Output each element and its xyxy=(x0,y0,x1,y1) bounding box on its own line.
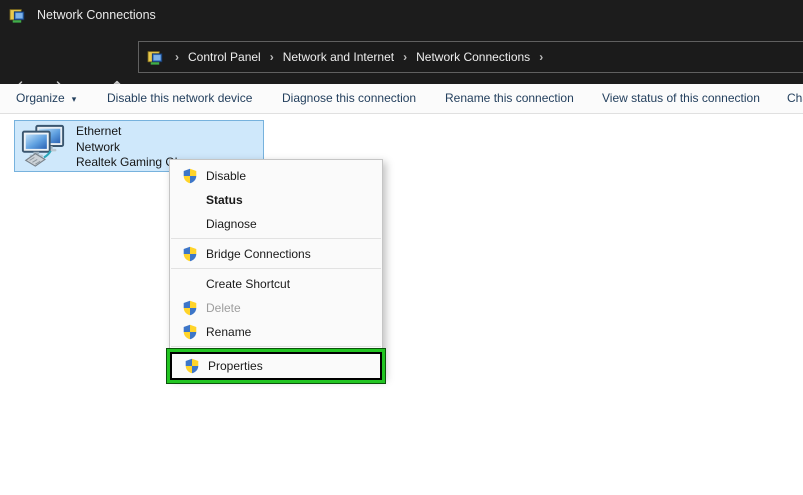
menu-item-label: Rename xyxy=(206,325,251,339)
menu-item-label: Diagnose xyxy=(206,217,257,231)
ethernet-adapter-icon xyxy=(20,123,66,169)
breadcrumb-control-panel[interactable]: Control Panel xyxy=(183,50,266,64)
menu-item-label: Bridge Connections xyxy=(206,247,311,261)
menu-item-label: Status xyxy=(206,193,243,207)
menu-item-delete: Delete xyxy=(170,296,382,320)
organize-menu-button[interactable]: Organize xyxy=(16,84,76,114)
toolbar-view-status-connection[interactable]: View status of this connection xyxy=(602,84,760,114)
toolbar-diagnose-connection[interactable]: Diagnose this connection xyxy=(282,84,416,114)
uac-shield-icon xyxy=(182,168,198,184)
toolbar-rename-connection[interactable]: Rename this connection xyxy=(445,84,574,114)
menu-separator xyxy=(171,346,381,347)
menu-item-status[interactable]: Status xyxy=(170,188,382,212)
annotation-highlight: Properties xyxy=(166,348,386,384)
command-bar: Organize Disable this network device Dia… xyxy=(0,84,803,114)
menu-item-bridge-connections[interactable]: Bridge Connections xyxy=(170,242,382,266)
breadcrumb-network-connections[interactable]: Network Connections xyxy=(411,50,535,64)
menu-item-disable[interactable]: Disable xyxy=(170,164,382,188)
menu-separator xyxy=(171,238,381,239)
annotation-inner-border: Properties xyxy=(170,352,382,380)
chevron-down-icon xyxy=(72,94,77,104)
menu-separator xyxy=(171,268,381,269)
menu-item-label: Delete xyxy=(206,301,241,315)
uac-shield-icon xyxy=(184,358,200,374)
network-connections-window: Network Connections Control Pane xyxy=(0,0,803,495)
menu-item-label: Properties xyxy=(208,359,263,373)
context-menu: Disable Status Diagnose Bridge Connectio… xyxy=(169,159,383,378)
navigation-bar: Control Panel Network and Internet Netwo… xyxy=(0,30,803,84)
breadcrumb-separator-icon xyxy=(535,50,547,64)
menu-item-create-shortcut[interactable]: Create Shortcut xyxy=(170,272,382,296)
connection-name: Ethernet xyxy=(76,124,181,140)
breadcrumb-network-and-internet[interactable]: Network and Internet xyxy=(278,50,399,64)
uac-shield-icon xyxy=(182,300,198,316)
breadcrumb-separator-icon xyxy=(399,50,411,64)
menu-item-label: Create Shortcut xyxy=(206,277,290,291)
connection-info: Ethernet Network Realtek Gaming Gb xyxy=(76,121,181,171)
window-title: Network Connections xyxy=(37,8,156,22)
menu-item-label: Disable xyxy=(206,169,246,183)
menu-item-diagnose[interactable]: Diagnose xyxy=(170,212,382,236)
connection-device: Realtek Gaming Gb xyxy=(76,155,181,171)
network-connections-icon xyxy=(9,7,26,24)
toolbar-disable-network-device[interactable]: Disable this network device xyxy=(107,84,252,114)
organize-label: Organize xyxy=(16,91,65,105)
breadcrumb-location-icon xyxy=(147,49,164,66)
menu-item-rename[interactable]: Rename xyxy=(170,320,382,344)
title-bar: Network Connections xyxy=(0,0,803,30)
toolbar-change-settings-connection[interactable]: Change settings of this connection xyxy=(787,84,803,114)
menu-item-properties[interactable]: Properties xyxy=(172,354,380,378)
uac-shield-icon xyxy=(182,246,198,262)
breadcrumb-separator-icon xyxy=(266,50,278,64)
address-bar[interactable]: Control Panel Network and Internet Netwo… xyxy=(138,41,803,73)
uac-shield-icon xyxy=(182,324,198,340)
connection-status: Network xyxy=(76,140,181,156)
connections-list: Ethernet Network Realtek Gaming Gb xyxy=(0,114,803,495)
breadcrumb-separator-icon xyxy=(171,50,183,64)
